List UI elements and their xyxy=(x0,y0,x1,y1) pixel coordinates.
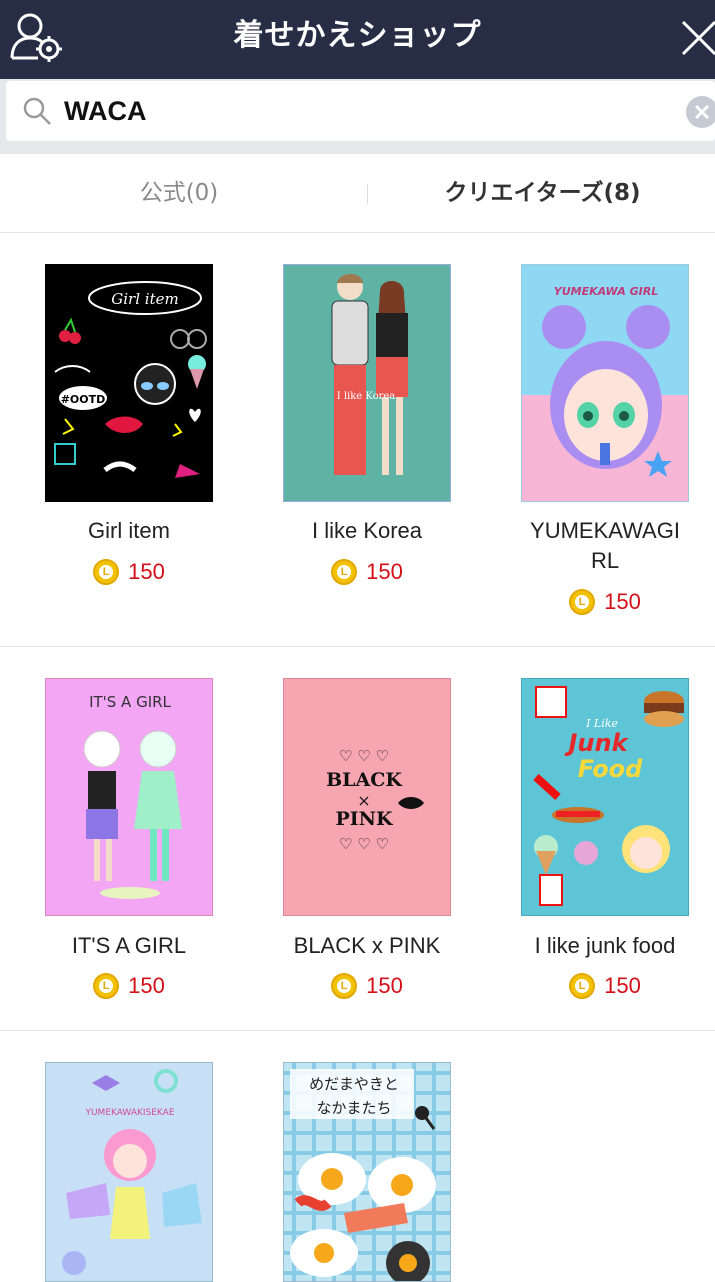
coin-icon: L xyxy=(569,589,596,615)
theme-price: L 150 xyxy=(248,557,486,587)
thumb-title-line1: めだまやきと xyxy=(309,1075,399,1093)
theme-name-line2: RL xyxy=(590,548,620,573)
thumb-hearts-bottom: ♡ ♡ ♡ xyxy=(339,835,389,853)
thumb-hearts-top: ♡ ♡ ♡ xyxy=(339,747,389,765)
close-icon xyxy=(681,20,715,56)
theme-name: Girl item xyxy=(88,518,170,543)
theme-name: IT'S A GIRL xyxy=(71,933,187,958)
theme-row: YUMEKAWAKISEKAE めだまやきと なかまたち xyxy=(0,1031,715,1282)
theme-price: L 150 xyxy=(10,971,248,1001)
theme-row: Girl item #OOTD Girl item L 150 I like K… xyxy=(0,234,715,647)
theme-item-its-a-girl[interactable]: IT'S A GIRL IT'S A GIRL L 150 xyxy=(10,647,248,1031)
search-input[interactable] xyxy=(64,81,664,141)
theme-row: IT'S A GIRL IT'S A GIRL L 150 ♡ ♡ ♡ BLAC… xyxy=(0,647,715,1031)
theme-item-yumekawakisekae[interactable]: YUMEKAWAKISEKAE xyxy=(10,1031,248,1282)
coin-icon: L xyxy=(569,973,596,999)
app-header: 着せかえショップ xyxy=(0,0,715,79)
theme-name-line1: YUMEKAWAGI xyxy=(530,518,680,543)
theme-item-girl-item[interactable]: Girl item #OOTD Girl item L 150 xyxy=(10,234,248,647)
price-value: 150 xyxy=(128,559,165,584)
search-icon xyxy=(23,97,51,125)
price-value: 150 xyxy=(128,973,165,998)
theme-thumbnail: I like Korea xyxy=(283,264,451,502)
theme-price: L 150 xyxy=(10,557,248,587)
clear-icon xyxy=(694,104,710,120)
theme-name: I like junk food xyxy=(534,933,676,958)
tab-divider xyxy=(367,184,368,204)
theme-name: I like Korea xyxy=(311,518,423,543)
price-value: 150 xyxy=(366,973,403,998)
thumb-title: YUMEKAWAKISEKAE xyxy=(84,1108,174,1118)
coin-icon: L xyxy=(331,973,358,999)
theme-item-black-x-pink[interactable]: ♡ ♡ ♡ BLACK × PINK ♡ ♡ ♡ BLACK x PINK L … xyxy=(248,647,486,1031)
theme-item-yumekawa-girl[interactable]: YUMEKAWA GIRL YUMEKAWAGI RL L 150 xyxy=(486,234,715,647)
theme-thumbnail: YUMEKAWA GIRL xyxy=(521,264,689,502)
theme-thumbnail: YUMEKAWAKISEKAE xyxy=(45,1062,213,1282)
coin-icon: L xyxy=(93,973,120,999)
coin-icon: L xyxy=(93,559,120,585)
tab-official[interactable]: 公式(0) xyxy=(0,154,358,233)
thumb-title-line2: なかまたち xyxy=(316,1099,391,1117)
price-value: 150 xyxy=(366,559,403,584)
price-value: 150 xyxy=(604,589,641,614)
coin-icon: L xyxy=(331,559,358,585)
thumb-tag: #OOTD xyxy=(61,393,106,406)
thumb-title: IT'S A GIRL xyxy=(89,693,171,711)
theme-name: YUMEKAWAGI RL xyxy=(486,516,715,576)
thumb-title: I like Korea xyxy=(337,391,396,402)
theme-thumbnail: IT'S A GIRL xyxy=(45,678,213,916)
clear-search-button[interactable] xyxy=(686,96,715,128)
thumb-title-mid: Junk xyxy=(564,729,629,757)
price-value: 150 xyxy=(604,973,641,998)
theme-thumbnail: I Like Junk Food xyxy=(521,678,689,916)
theme-item-i-like-korea[interactable]: I like Korea I like Korea L 150 xyxy=(248,234,486,647)
theme-price: L 150 xyxy=(486,971,715,1001)
search-box xyxy=(6,81,715,141)
theme-thumbnail: Girl item #OOTD xyxy=(45,264,213,502)
page-title: 着せかえショップ xyxy=(233,18,482,53)
thumb-black: BLACK xyxy=(326,769,403,791)
tab-creators[interactable]: クリエイターズ(8) xyxy=(370,154,715,233)
theme-name: BLACK x PINK xyxy=(293,933,441,958)
search-bar xyxy=(0,79,715,154)
theme-price: L 150 xyxy=(486,587,715,617)
theme-thumbnail: めだまやきと なかまたち xyxy=(283,1062,451,1282)
thumb-pink: PINK xyxy=(335,808,394,830)
theme-price: L 150 xyxy=(248,971,486,1001)
theme-item-medamayaki[interactable]: めだまやきと なかまたち xyxy=(248,1031,486,1282)
close-button[interactable] xyxy=(675,14,715,60)
theme-thumbnail: ♡ ♡ ♡ BLACK × PINK ♡ ♡ ♡ xyxy=(283,678,451,916)
thumb-title-bot: Food xyxy=(578,755,644,783)
thumb-title: YUMEKAWA GIRL xyxy=(554,285,658,298)
thumb-title: Girl item xyxy=(111,290,178,308)
category-tabs: 公式(0) クリエイターズ(8) xyxy=(0,154,715,233)
theme-item-i-like-junk-food[interactable]: I Like Junk Food I like junk food L 150 xyxy=(486,647,715,1031)
